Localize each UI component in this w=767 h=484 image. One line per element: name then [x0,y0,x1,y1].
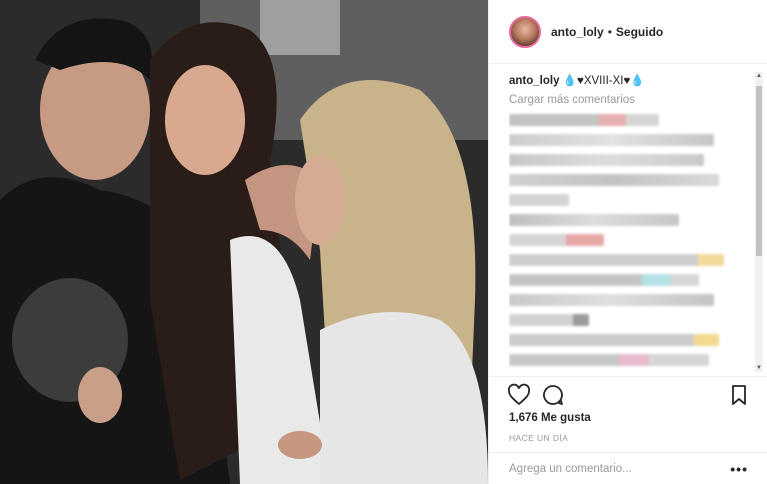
blurred-comment-line [509,154,704,166]
blurred-comment-line [509,314,589,326]
comment-button[interactable] [541,383,565,407]
comments-list[interactable]: anto_loly 💧♥XVIII-XI♥💧 Cargar más coment… [509,72,754,372]
more-options-icon[interactable]: ••• [730,461,748,477]
header-separator: • [607,24,612,39]
caption-username[interactable]: anto_loly [509,75,559,87]
post-side-panel: anto_loly • Seguido anto_loly 💧♥XVIII-XI… [488,0,767,484]
add-comment-input[interactable] [509,462,731,475]
avatar[interactable] [509,15,541,48]
blurred-comment-line [509,114,659,126]
like-button[interactable] [507,383,531,407]
likes-count[interactable]: 1,676 Me gusta [509,412,591,424]
scroll-up-arrow-icon[interactable]: ▲ [755,72,763,80]
blurred-comment-line [509,354,709,366]
comment-composer: ••• [489,452,767,484]
caption-text: 💧♥XVIII-XI♥💧 [562,75,645,87]
blurred-comment-line [509,294,714,306]
blurred-comment-line [509,134,714,146]
blurred-comment-line [509,254,724,266]
blurred-comment-line [509,234,604,246]
header-username[interactable]: anto_loly [551,25,604,39]
follow-status-button[interactable]: Seguido [616,25,663,39]
post-photo-image [0,0,488,484]
load-more-comments-link[interactable]: Cargar más comentarios [509,94,754,106]
post-header: anto_loly • Seguido [489,0,767,64]
post-caption: anto_loly 💧♥XVIII-XI♥💧 [509,72,754,90]
scrollbar-thumb[interactable] [756,86,762,256]
bookmark-icon [732,385,746,405]
post-actions [489,376,767,416]
heart-icon [507,383,531,406]
blurred-comment-line [509,334,719,346]
scroll-down-arrow-icon[interactable]: ▼ [755,364,763,372]
blurred-comment-line [509,174,719,186]
post-timestamp[interactable]: HACE UN DÍA [509,433,568,443]
post-photo[interactable] [0,0,488,484]
comments-scrollbar[interactable]: ▲ ▼ [755,72,763,372]
comment-bubble-icon [543,385,563,405]
blurred-comments [509,114,754,366]
save-button[interactable] [727,383,751,407]
blurred-comment-line [509,194,569,206]
blurred-comment-line [509,214,679,226]
blurred-comment-line [509,274,699,286]
